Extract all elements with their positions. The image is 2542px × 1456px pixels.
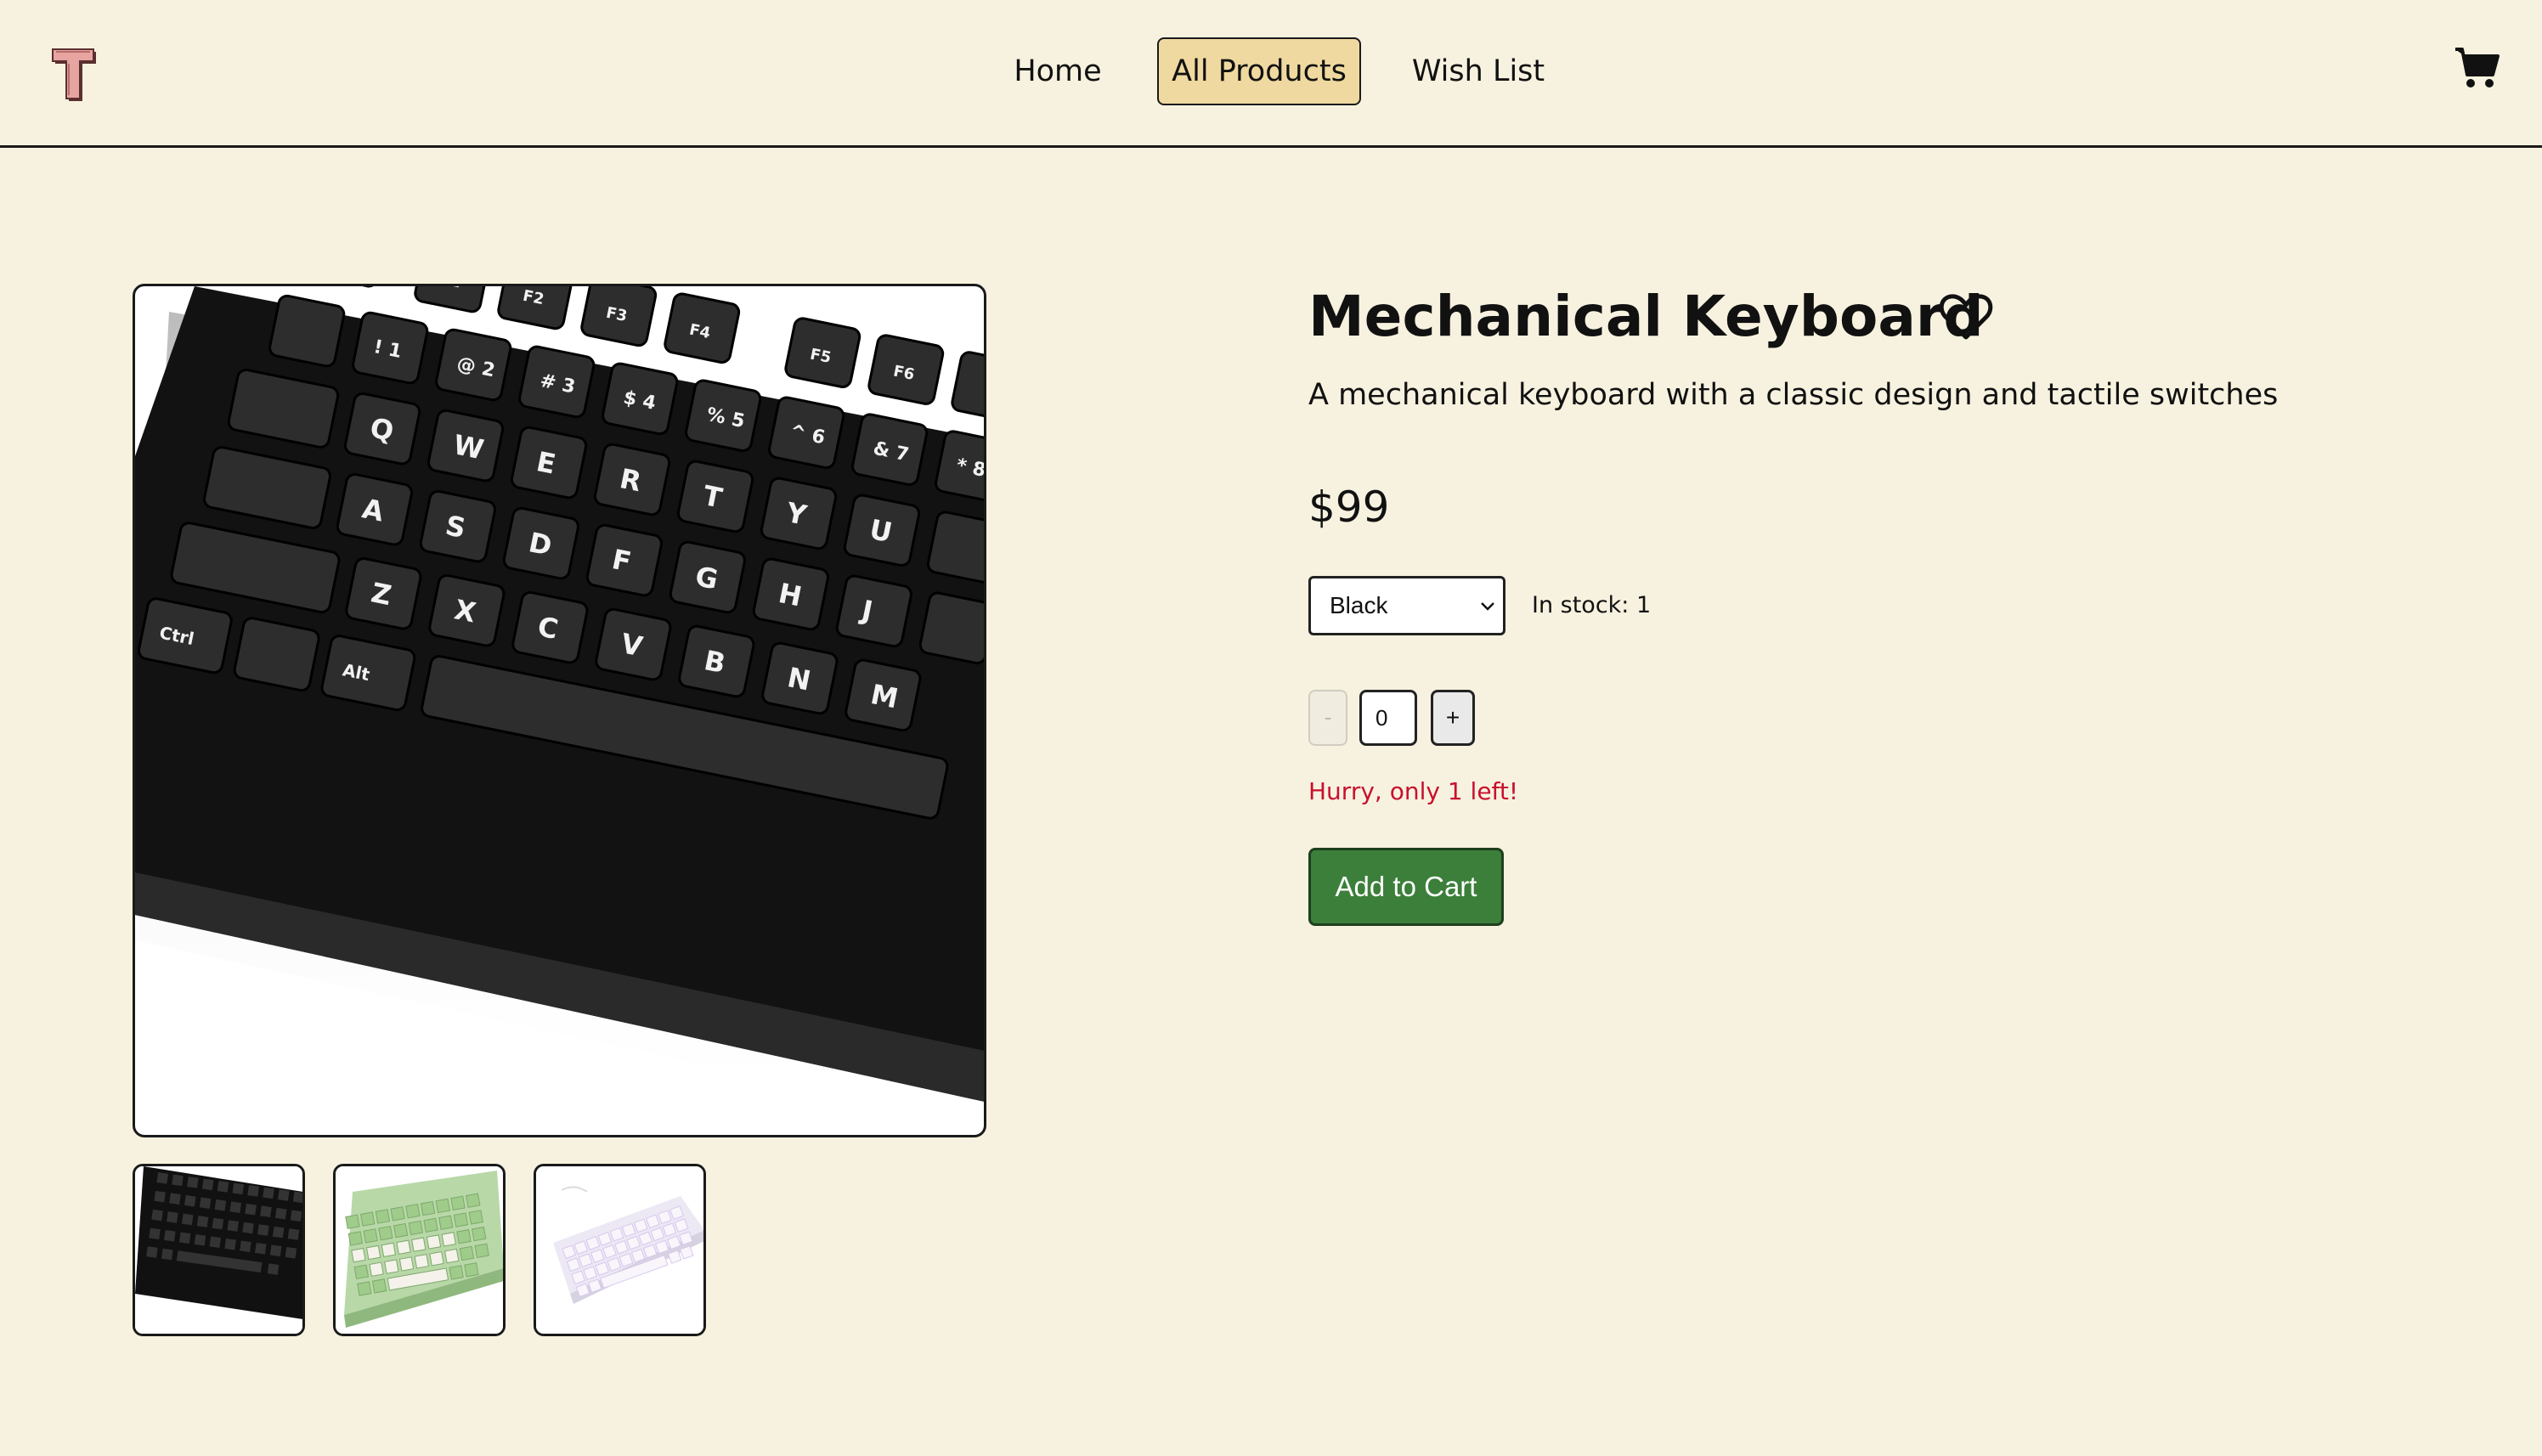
chevron-down-icon — [1479, 597, 1496, 614]
thumbnail-green-keyboard[interactable] — [333, 1164, 506, 1336]
nav-wish-list[interactable]: Wish List — [1385, 37, 1572, 105]
thumbnail-white-rgb-keyboard[interactable] — [534, 1164, 706, 1336]
quantity-decrement-button[interactable]: - — [1308, 690, 1347, 746]
product-price: $99 — [1308, 483, 1390, 532]
heart-icon[interactable] — [1939, 291, 1993, 342]
thumbnail-black-keyboard[interactable] — [133, 1164, 305, 1336]
add-to-cart-button[interactable]: Add to Cart — [1308, 848, 1504, 926]
quantity-increment-button[interactable]: + — [1431, 690, 1475, 746]
product-main-image: ! 1 @ 2 # 3 $ 4 % 5 ^ 6 & 7 * 8 Q W E R … — [133, 284, 986, 1137]
color-select[interactable]: Black — [1308, 576, 1505, 635]
product-title: Mechanical Keyboard — [1308, 284, 1984, 349]
nav-home[interactable]: Home — [986, 37, 1130, 105]
svg-text:W: W — [450, 428, 486, 466]
quantity-input[interactable]: 0 — [1359, 690, 1417, 746]
color-select-value: Black — [1330, 592, 1388, 618]
cart-icon[interactable] — [2454, 44, 2501, 92]
stock-status: In stock: 1 — [1532, 592, 1652, 618]
main-nav: Home All Products Wish List — [0, 37, 2542, 105]
low-stock-warning: Hurry, only 1 left! — [1308, 777, 1519, 805]
product-description: A mechanical keyboard with a classic des… — [1308, 378, 2279, 412]
nav-all-products[interactable]: All Products — [1157, 37, 1361, 105]
top-navigation-bar: Home All Products Wish List — [0, 0, 2542, 148]
